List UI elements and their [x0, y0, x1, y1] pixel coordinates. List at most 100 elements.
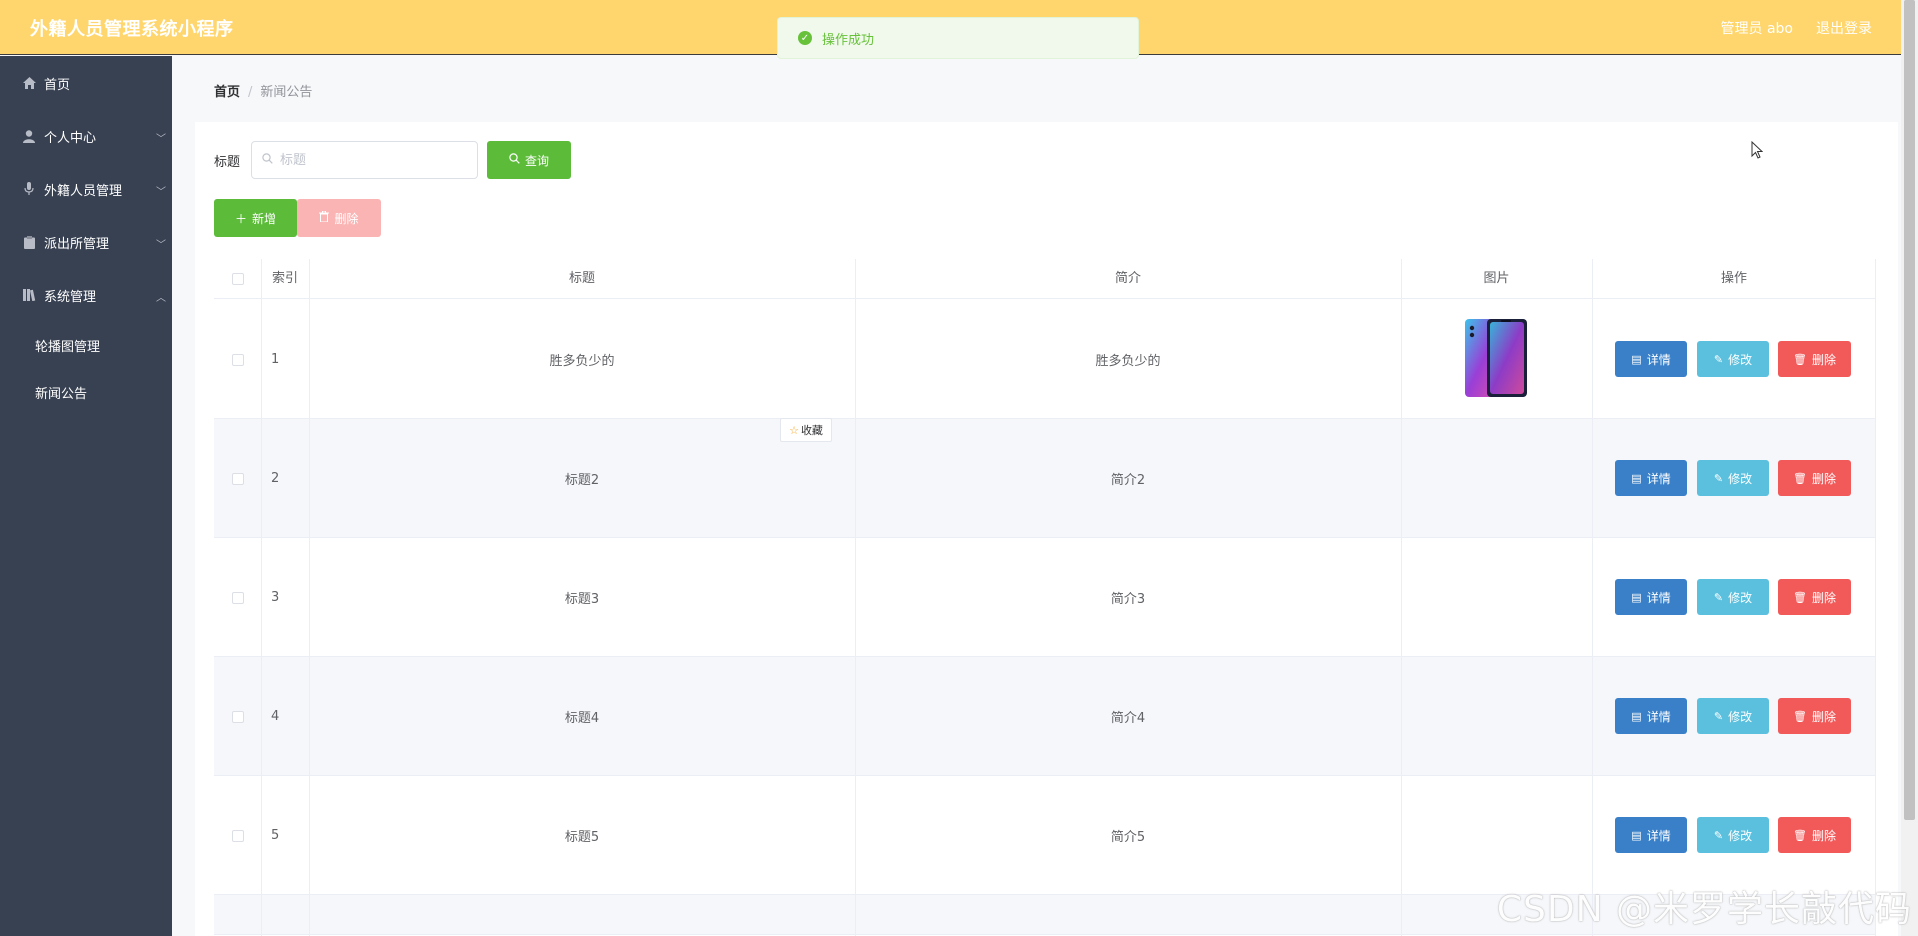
table-header: 索引 标题 简介 图片 操作	[214, 259, 1876, 299]
row-checkbox[interactable]	[231, 710, 244, 723]
document-icon: ▤	[1631, 828, 1642, 842]
edit-button[interactable]: ✎ 修改	[1697, 579, 1769, 615]
batch-delete-button-label: 删除	[334, 211, 359, 226]
sidebar-item-label: 个人中心	[44, 130, 97, 146]
watermark: CSDN @米罗学长敲代码	[1496, 889, 1912, 930]
delete-button-label: 删除	[1811, 471, 1836, 486]
success-toast: ✓ 操作成功	[777, 17, 1139, 59]
breadcrumb-home[interactable]: 首页	[214, 85, 240, 100]
select-all-checkbox[interactable]	[231, 273, 244, 285]
detail-button[interactable]: ▤ 详情	[1615, 698, 1687, 734]
row-checkbox[interactable]	[231, 472, 244, 485]
edit-button-label: 修改	[1728, 709, 1753, 724]
row-intro: 简介2	[1110, 473, 1146, 488]
column-divider	[1401, 259, 1402, 936]
row-checkbox[interactable]	[231, 591, 244, 604]
mouse-cursor-icon	[1751, 141, 1763, 159]
detail-button[interactable]: ▤ 详情	[1615, 817, 1687, 853]
edit-button[interactable]: ✎ 修改	[1697, 817, 1769, 853]
batch-delete-button[interactable]: 删除	[297, 199, 381, 237]
edit-button-label: 修改	[1728, 471, 1753, 486]
scrollbar-thumb[interactable]	[1904, 0, 1915, 820]
sidebar-subitem-news-announcement[interactable]: 新闻公告	[35, 383, 87, 402]
delete-button[interactable]: 🗑︎ 删除	[1778, 460, 1851, 496]
toast-message: 操作成功	[822, 32, 875, 48]
pencil-icon: ✎	[1713, 709, 1724, 723]
sidebar-subitem-carousel-management[interactable]: 轮播图管理	[35, 336, 100, 355]
row-checkbox-cell	[214, 657, 261, 776]
sidebar-item-label: 外籍人员管理	[44, 183, 123, 199]
table-row: 4 标题4 简介4 ▤ 详情 ✎ 修改 🗑︎ 删除	[214, 657, 1876, 776]
breadcrumb: 首页 / 新闻公告	[214, 81, 312, 100]
header-title: 标题	[568, 271, 595, 286]
detail-button-label: 详情	[1646, 828, 1671, 843]
sidebar-item-home[interactable]: 首页	[0, 58, 172, 108]
detail-button-label: 详情	[1646, 709, 1671, 724]
admin-username: 管理员 abo	[1720, 21, 1793, 37]
header-intro: 简介	[1114, 271, 1141, 286]
row-index: 3	[271, 590, 280, 605]
detail-button[interactable]: ▤ 详情	[1615, 341, 1687, 377]
edit-button[interactable]: ✎ 修改	[1697, 460, 1769, 496]
sidebar-item-personal-center[interactable]: 个人中心 ﹀	[0, 111, 172, 161]
table-row: 5 标题5 简介5 ▤ 详情 ✎ 修改 🗑︎ 删除	[214, 776, 1876, 895]
chevron-down-icon: ﹀	[156, 187, 166, 198]
logout-link[interactable]: 退出登录	[1816, 18, 1872, 38]
delete-button[interactable]: 🗑︎ 删除	[1778, 341, 1851, 377]
app-title: 外籍人员管理系统小程序	[30, 19, 234, 40]
pencil-icon: ✎	[1713, 590, 1724, 604]
plus-icon: ＋	[234, 211, 247, 226]
delete-button-label: 删除	[1811, 590, 1836, 605]
document-icon: ▤	[1631, 709, 1642, 723]
detail-button[interactable]: ▤ 详情	[1615, 579, 1687, 615]
search-field[interactable]	[251, 141, 478, 179]
row-title: 标题3	[564, 592, 600, 607]
delete-button-label: 删除	[1811, 352, 1836, 367]
row-checkbox[interactable]	[231, 829, 244, 842]
row-checkbox-cell	[214, 300, 261, 419]
row-checkbox[interactable]	[231, 353, 244, 366]
add-button-label: 新增	[252, 211, 277, 226]
row-intro: 简介3	[1110, 592, 1146, 607]
delete-button[interactable]: 🗑︎ 删除	[1778, 817, 1851, 853]
table-row: 1 胜多负少的 胜多负少的 ▤ 详情 ✎ 修改 🗑︎ 删除	[214, 300, 1876, 419]
microphone-icon	[22, 182, 36, 196]
sidebar-item-police-station-management[interactable]: 派出所管理 ﹀	[0, 217, 172, 267]
row-index: 2	[271, 471, 280, 486]
query-button-label: 查询	[524, 153, 549, 168]
row-index: 1	[271, 352, 280, 367]
add-button[interactable]: ＋ 新增	[214, 199, 297, 237]
phone-thumbnail-image	[1465, 319, 1527, 397]
delete-button-label: 删除	[1811, 828, 1836, 843]
table-row: 3 标题3 简介3 ▤ 详情 ✎ 修改 🗑︎ 删除	[214, 538, 1876, 657]
favorite-label: 收藏	[800, 424, 823, 437]
header-image: 图片	[1483, 271, 1510, 286]
breadcrumb-current: 新闻公告	[260, 85, 313, 100]
delete-button[interactable]: 🗑︎ 删除	[1778, 698, 1851, 734]
delete-button[interactable]: 🗑︎ 删除	[1778, 579, 1851, 615]
edit-button-label: 修改	[1728, 828, 1753, 843]
row-index: 4	[271, 709, 280, 724]
edit-button[interactable]: ✎ 修改	[1697, 341, 1769, 377]
row-checkbox-cell	[214, 538, 261, 657]
detail-button-label: 详情	[1646, 590, 1671, 605]
table-row: 2 标题2 简介2 ▤ 详情 ✎ 修改 🗑︎ 删除	[214, 419, 1876, 538]
search-icon	[262, 153, 273, 167]
pencil-icon: ✎	[1713, 352, 1724, 366]
chevron-down-icon: ﹀	[156, 240, 166, 251]
detail-button[interactable]: ▤ 详情	[1615, 460, 1687, 496]
page-scrollbar[interactable]	[1901, 0, 1918, 936]
edit-button-label: 修改	[1728, 352, 1753, 367]
sidebar-item-system-management[interactable]: 系统管理 ︿	[0, 270, 172, 320]
user-icon	[22, 129, 36, 143]
detail-button-label: 详情	[1646, 352, 1671, 367]
sidebar-item-label: 派出所管理	[44, 236, 110, 252]
favorite-tooltip[interactable]: ☆ 收藏	[780, 418, 832, 442]
row-title: 标题2	[564, 473, 600, 488]
pencil-icon: ✎	[1713, 828, 1724, 842]
sidebar-item-foreigner-management[interactable]: 外籍人员管理 ﹀	[0, 164, 172, 214]
edit-button[interactable]: ✎ 修改	[1697, 698, 1769, 734]
search-input[interactable]	[280, 151, 460, 169]
query-button[interactable]: 查询	[487, 141, 571, 179]
library-icon	[22, 288, 36, 302]
